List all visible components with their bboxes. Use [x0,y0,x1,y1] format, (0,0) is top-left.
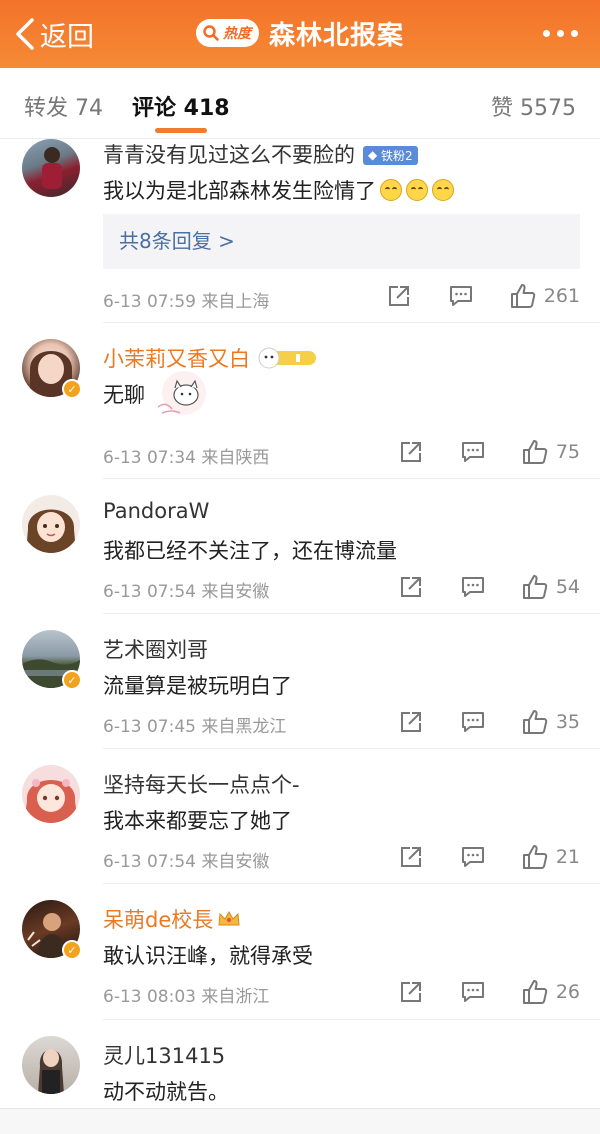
comment-meta: 6-13 07:59 来自上海 [103,292,270,312]
like-count: 21 [555,846,580,868]
comment-bubble-icon[interactable] [460,979,486,1005]
avatar-image [26,509,76,553]
comment-text: 无聊 [103,383,145,407]
thumbs-up-icon[interactable] [510,283,536,309]
avatar-image [38,1049,64,1094]
comment-actions: 35 [398,709,580,735]
avatar[interactable] [22,1036,80,1094]
comment-text: 我以为是北部森林发生险情了 [103,175,454,205]
comment-meta: 6-13 07:34 来自陕西 [103,448,270,468]
comment-actions: 26 [398,979,580,1005]
comment-item: ✓ 艺术圈刘哥 流量算是被玩明白了 6-13 07:45 来自黑龙江 35 [0,614,600,749]
like-count: 35 [555,711,580,733]
comment-item: 坚持每天长一点点个- 我本来都要忘了她了 6-13 07:54 来自安徽 21 [0,749,600,884]
comment-meta: 6-13 07:54 来自安徽 [103,582,270,602]
like-count: 261 [543,285,580,307]
comment-bubble-icon[interactable] [460,709,486,735]
thumbs-up-icon[interactable] [522,709,548,735]
thumbs-up-icon[interactable] [522,979,548,1005]
avatar[interactable] [22,139,80,197]
tab-repost[interactable]: 转发 74 [24,90,103,122]
comment-username[interactable]: 灵儿131415 [103,1040,225,1070]
sheep-member-badge-icon [258,347,316,369]
comment-text: 流量算是被玩明白了 [103,674,292,698]
thumbs-up-icon[interactable] [522,439,548,465]
tab-active-indicator [155,128,207,133]
thumbs-up-icon[interactable] [522,574,548,600]
comment-item: ✓ 呆萌de校長 敢认识汪峰，就得承受 6-13 08:03 来自浙江 26 [0,884,600,1020]
comment-meta: 6-13 07:45 来自黑龙江 [103,717,287,737]
like-count: 75 [555,441,580,463]
comment-username[interactable]: 青青没有见过这么不要脸的 ◆ 铁粉2 [103,139,418,169]
comment-item: 灵儿131415 动不动就告。 [0,1020,600,1108]
comment-bubble-icon[interactable] [460,574,486,600]
avatar[interactable] [22,765,80,823]
page-title: 森林北报案 [268,20,404,51]
thumbs-up-icon[interactable] [522,844,548,870]
hot-badge: 热度 [195,19,259,47]
comment-username[interactable]: 呆萌de校長 [103,904,241,934]
comment-bubble-icon[interactable] [448,283,474,309]
top-bar: 返回 热度 森林北报案 [0,0,600,68]
verified-badge-icon: ✓ [62,940,82,960]
avatar-image [42,147,62,189]
laugh-cry-emoji-icon [380,179,402,201]
bottom-toolbar [0,1108,600,1134]
comment-username[interactable]: 艺术圈刘哥 [103,634,208,664]
like-count: 26 [555,981,580,1003]
more-dot-icon [571,30,578,37]
share-icon[interactable] [398,844,424,870]
share-icon[interactable] [398,574,424,600]
comment-actions: 54 [398,574,580,600]
comment-item: 青青没有见过这么不要脸的 ◆ 铁粉2 我以为是北部森林发生险情了 共8条回复 > … [0,139,600,323]
tab-bar: 转发 74 评论 418 赞 5575 [0,68,600,139]
comment-bubble-icon[interactable] [460,844,486,870]
share-icon[interactable] [398,439,424,465]
comment-item: PandoraW 我都已经不关注了，还在博流量 6-13 07:54 来自安徽 … [0,479,600,614]
more-dot-icon [543,30,550,37]
comment-actions: 261 [386,283,580,309]
search-icon [203,25,219,41]
comment-text: 我都已经不关注了，还在博流量 [103,539,397,563]
more-menu-button[interactable] [543,30,578,37]
tab-like[interactable]: 赞 5575 [491,90,576,122]
view-replies-link[interactable]: 共8条回复 > [103,214,580,269]
laugh-cry-emoji-icon [406,179,428,201]
fan-level-badge: ◆ 铁粉2 [363,145,418,165]
title-area: 热度 森林北报案 [0,12,600,54]
comment-username[interactable]: PandoraW [103,499,209,523]
share-icon[interactable] [398,979,424,1005]
comment-meta: 6-13 07:54 来自安徽 [103,852,270,872]
crown-badge-icon [218,910,240,926]
verified-badge-icon: ✓ [62,379,82,399]
dog-sticker-icon [157,371,206,415]
comment-text: 我本来都要忘了她了 [103,809,292,833]
avatar[interactable] [22,495,80,553]
share-icon[interactable] [398,709,424,735]
comment-text: 敢认识汪峰，就得承受 [103,944,313,968]
share-icon[interactable] [386,283,412,309]
laugh-cry-emoji-icon [432,179,454,201]
more-dot-icon [557,30,564,37]
like-count: 54 [555,576,580,598]
tab-comment[interactable]: 评论 418 [132,90,230,122]
comment-actions: 21 [398,844,580,870]
verified-badge-icon: ✓ [62,670,82,690]
comment-meta: 6-13 08:03 来自浙江 [103,987,270,1007]
comment-item: ✓ 小茉莉又香又白 无聊 6-13 07:34 来自陕西 75 [0,323,600,479]
comment-bubble-icon[interactable] [460,439,486,465]
hot-label: 热度 [222,26,251,42]
avatar-image [24,779,78,823]
comment-username[interactable]: 坚持每天长一点点个- [103,769,300,799]
comment-text: 动不动就告。 [103,1080,229,1104]
comment-actions: 75 [398,439,580,465]
